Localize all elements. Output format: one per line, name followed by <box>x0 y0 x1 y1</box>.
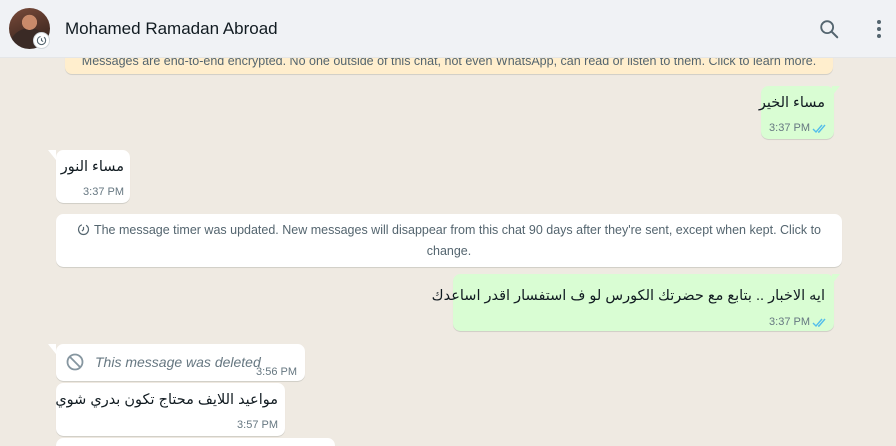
message-bubble-incoming[interactable]: مواعيد اللايف محتاج تكون بدري شوي 3:57 P… <box>55 383 285 436</box>
timer-icon <box>77 223 90 236</box>
message-time: 3:37 PM <box>769 122 810 134</box>
encryption-banner[interactable]: Messages are end-to-end encrypted. No on… <box>65 58 833 74</box>
system-message-text: The message timer was updated. New messa… <box>93 223 822 258</box>
menu-icon[interactable] <box>867 17 891 41</box>
search-icon[interactable] <box>817 17 841 41</box>
message-bubble-outgoing[interactable]: مساء الخير 3:37 PM <box>758 86 834 139</box>
system-message-timer[interactable]: The message timer was updated. New messa… <box>56 214 842 267</box>
contact-name[interactable]: Mohamed Ramadan Abroad <box>65 19 278 39</box>
deleted-message-text: This message was deleted <box>95 354 261 370</box>
bubble-tail <box>832 86 840 96</box>
timer-badge-icon <box>33 32 50 49</box>
message-text: مواعيد اللايف محتاج تكون بدري شوي <box>55 392 278 408</box>
read-ticks-icon <box>812 124 826 134</box>
read-ticks-icon <box>812 318 826 328</box>
message-text: مساء الخير <box>758 95 825 111</box>
message-bubble-incoming-deleted[interactable]: This message was deleted 3:56 PM <box>56 344 305 381</box>
message-text: مساء النور <box>60 159 124 175</box>
bubble-tail <box>48 150 56 160</box>
message-time: 3:37 PM <box>769 316 810 328</box>
message-time: 3:37 PM <box>83 186 124 198</box>
chat-header: Mohamed Ramadan Abroad <box>0 0 896 58</box>
bubble-tail <box>832 274 840 284</box>
message-time: 3:56 PM <box>256 366 297 378</box>
message-time: 3:57 PM <box>237 419 278 431</box>
message-text: ايه الاخبار .. بتابع مع حضرتك الكورس لو … <box>431 288 825 304</box>
deleted-icon <box>66 353 84 371</box>
chat-pane[interactable]: Messages are end-to-end encrypted. No on… <box>0 58 896 446</box>
bubble-tail <box>48 344 56 354</box>
message-bubble-incoming[interactable] <box>56 438 335 446</box>
message-bubble-outgoing[interactable]: ايه الاخبار .. بتابع مع حضرتك الكورس لو … <box>432 274 834 331</box>
message-bubble-incoming[interactable]: مساء النور 3:37 PM <box>56 150 130 203</box>
